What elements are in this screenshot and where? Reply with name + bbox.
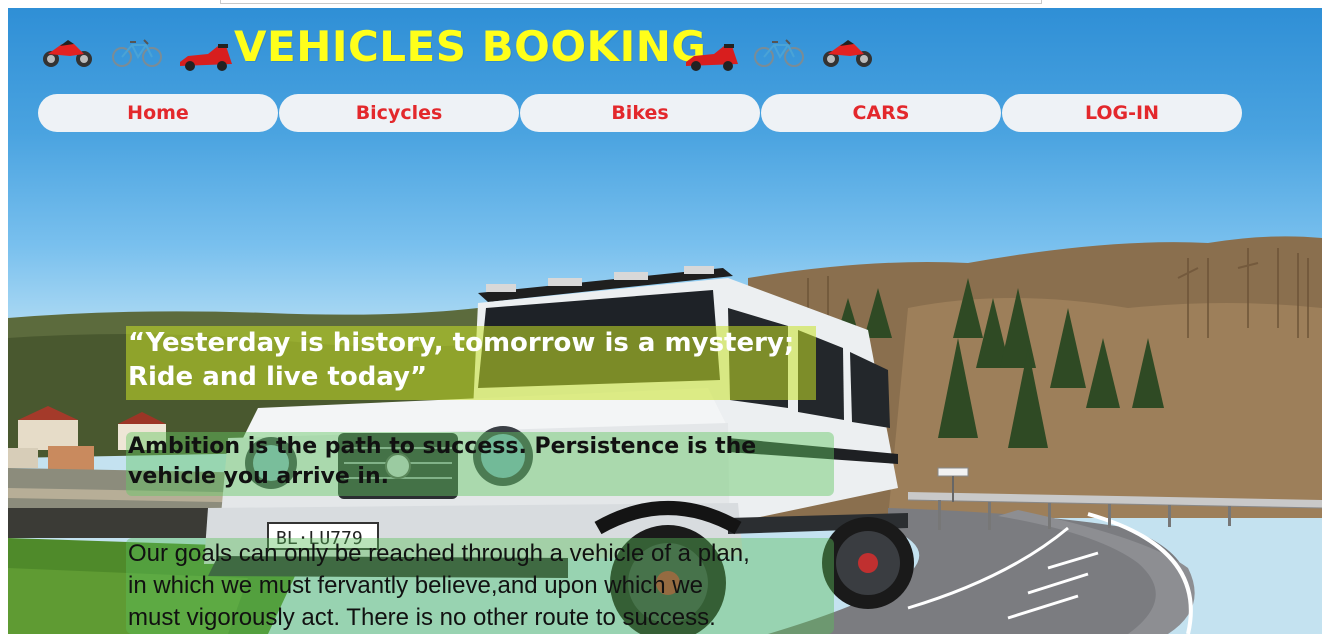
quote-line: Ambition is the path to success. Persist… — [128, 434, 757, 459]
quote-yesterday: “Yesterday is history, tomorrow is a mys… — [126, 326, 816, 400]
racing-car-icon — [178, 42, 234, 76]
nav-cars-link[interactable]: CARS — [761, 94, 1001, 132]
nav-bikes-link[interactable]: Bikes — [520, 94, 760, 132]
hero-banner: BL·LU779 VEHICLES BOOKING Home Bicycles … — [8, 8, 1322, 634]
header: VEHICLES BOOKING — [8, 20, 1322, 80]
quote-line: Our goals can only be reached through a … — [128, 540, 750, 567]
quote-goals: Our goals can only be reached through a … — [126, 538, 834, 634]
nav-login-link[interactable]: LOG-IN — [1002, 94, 1242, 132]
main-navigation: Home Bicycles Bikes CARS LOG-IN — [38, 94, 1242, 134]
quote-line: vehicle you arrive in. — [128, 464, 389, 489]
nav-bicycles-link[interactable]: Bicycles — [279, 94, 519, 132]
motorcycle-icon — [40, 36, 94, 72]
quote-line: must vigorously act. There is no other r… — [128, 604, 716, 631]
bicycle-icon — [752, 36, 806, 72]
site-title: VEHICLES BOOKING — [234, 22, 707, 71]
quote-line: Ride and live today” — [128, 362, 428, 392]
address-bar-edge — [220, 0, 1042, 4]
browser-top-strip — [0, 0, 1330, 8]
racing-car-icon — [684, 42, 740, 76]
quote-ambition: Ambition is the path to success. Persist… — [126, 432, 834, 496]
bicycle-icon — [110, 36, 164, 72]
quote-line: in which we must fervantly believe,and u… — [128, 572, 703, 599]
nav-home-link[interactable]: Home — [38, 94, 278, 132]
quote-line: “Yesterday is history, tomorrow is a mys… — [128, 328, 795, 358]
motorcycle-icon — [820, 36, 874, 72]
